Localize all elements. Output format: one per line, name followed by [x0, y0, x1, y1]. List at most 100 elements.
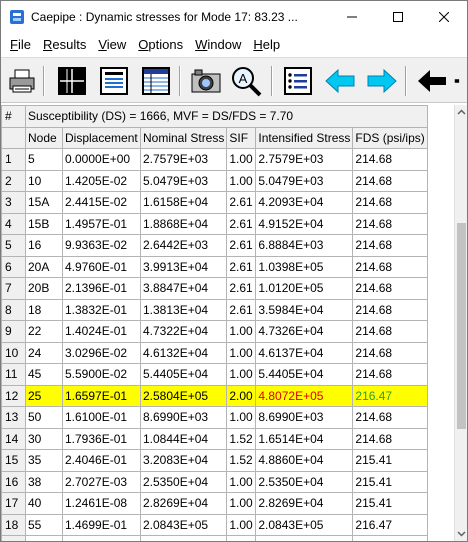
- cell-node[interactable]: 22: [25, 320, 63, 343]
- title-bar[interactable]: Caepipe : Dynamic stresses for Mode 17: …: [1, 1, 467, 33]
- cell-sif[interactable]: 1.00: [226, 513, 257, 536]
- scroll-up-button[interactable]: [455, 105, 467, 119]
- cell-nominal-stress[interactable]: 2.8020E+05: [139, 535, 228, 541]
- cell-node[interactable]: 5: [25, 148, 63, 171]
- vertical-scrollbar[interactable]: [454, 105, 467, 541]
- cell-fds[interactable]: 215.41: [352, 449, 428, 472]
- cell-sif[interactable]: 1.00: [226, 169, 257, 192]
- table-row[interactable]: 9 22 1.4024E-01 4.7322E+04 1.00 4.7326E+04 214…: [1, 320, 428, 343]
- back-button[interactable]: [415, 64, 449, 98]
- table-row[interactable]: 14 30 1.7936E-01 1.0844E+04 1.52 1.6514E+04 21…: [1, 427, 428, 450]
- cell-sif[interactable]: 1.52: [226, 449, 257, 472]
- cell-sif[interactable]: 2.00: [226, 384, 257, 407]
- row-number[interactable]: 3: [1, 191, 26, 214]
- cell-fds[interactable]: 214.68: [352, 234, 428, 257]
- cell-intensified-stress[interactable]: 2.8269E+04: [255, 492, 354, 515]
- zoom-button[interactable]: A: [229, 64, 263, 98]
- table-row[interactable]: 7 20B 2.1396E-01 3.8847E+04 2.61 1.0120E+05 21…: [1, 277, 428, 300]
- cell-nominal-stress[interactable]: 2.6442E+03: [139, 234, 228, 257]
- bulleted-list-button[interactable]: [281, 64, 315, 98]
- table-row[interactable]: 13 50 1.6100E-01 8.6990E+03 1.00 8.6990E+03 21…: [1, 406, 428, 429]
- menu-help[interactable]: Help: [247, 37, 286, 52]
- table-row[interactable]: 3 15A 2.4415E-02 1.6158E+04 2.61 4.2093E+04 21…: [1, 191, 428, 214]
- row-number[interactable]: 1: [1, 148, 26, 171]
- cell-nominal-stress[interactable]: 3.9913E+04: [139, 255, 228, 278]
- cell-intensified-stress[interactable]: 1.0120E+05: [255, 277, 354, 300]
- cell-node[interactable]: 55: [25, 513, 63, 536]
- column-header-nominal-stress[interactable]: Nominal Stress: [139, 126, 228, 149]
- table-row[interactable]: 8 18 1.3832E-01 1.3813E+04 2.61 3.5984E+04 214…: [1, 298, 428, 321]
- table-row[interactable]: 15 35 2.4046E-01 3.2083E+04 1.52 4.8860E+04 21…: [1, 449, 428, 472]
- cell-sif[interactable]: 1.00: [226, 535, 257, 541]
- cell-displacement[interactable]: 1.6597E-01: [62, 384, 141, 407]
- list-view-button[interactable]: [97, 64, 131, 98]
- cell-intensified-stress[interactable]: 4.8860E+04: [255, 449, 354, 472]
- row-number[interactable]: 15: [1, 449, 26, 472]
- cell-node[interactable]: 18: [25, 298, 63, 321]
- minimize-button[interactable]: [329, 1, 375, 33]
- row-number[interactable]: 16: [1, 470, 26, 493]
- column-header-intensified-stress[interactable]: Intensified Stress: [255, 126, 354, 149]
- cell-sif[interactable]: 2.61: [226, 212, 257, 235]
- table-row[interactable]: 191005.5165E-012.8020E+051.002.8023E+052…: [1, 535, 428, 541]
- cell-node[interactable]: 100: [25, 535, 63, 541]
- cell-displacement[interactable]: 1.4205E-02: [62, 169, 141, 192]
- cell-displacement[interactable]: 2.4415E-02: [62, 191, 141, 214]
- cell-fds[interactable]: 216.47: [352, 384, 428, 407]
- cell-intensified-stress[interactable]: 2.8023E+05: [255, 535, 354, 541]
- column-header-displacement[interactable]: Displacement: [62, 126, 141, 149]
- scrollbar-thumb[interactable]: [457, 223, 466, 429]
- menu-view[interactable]: View: [92, 37, 132, 52]
- cell-intensified-stress[interactable]: 1.6514E+04: [255, 427, 354, 450]
- row-number[interactable]: 14: [1, 427, 26, 450]
- table-row[interactable]: 11 45 5.5900E-02 5.4405E+04 1.00 5.4405E+04 21…: [1, 363, 428, 386]
- cell-fds[interactable]: 216.47: [352, 513, 428, 536]
- cell-intensified-stress[interactable]: 5.0479E+03: [255, 169, 354, 192]
- cell-displacement[interactable]: 1.4957E-01: [62, 212, 141, 235]
- cell-displacement[interactable]: 2.4046E-01: [62, 449, 141, 472]
- cell-nominal-stress[interactable]: 5.0479E+03: [139, 169, 228, 192]
- row-number[interactable]: 5: [1, 234, 26, 257]
- cell-displacement[interactable]: 1.4024E-01: [62, 320, 141, 343]
- row-number[interactable]: 12: [1, 384, 26, 407]
- row-number[interactable]: 10: [1, 341, 26, 364]
- cell-nominal-stress[interactable]: 3.2083E+04: [139, 449, 228, 472]
- table-row[interactable]: 6 20A 4.9760E-01 3.9913E+04 2.61 1.0398E+05 21…: [1, 255, 428, 278]
- cell-displacement[interactable]: 5.5165E-01: [62, 535, 141, 541]
- row-number[interactable]: 19: [1, 535, 26, 541]
- cell-intensified-stress[interactable]: 2.5350E+04: [255, 470, 354, 493]
- row-number[interactable]: 9: [1, 320, 26, 343]
- cell-fds[interactable]: 214.68: [352, 148, 428, 171]
- cell-nominal-stress[interactable]: 2.5804E+05: [139, 384, 228, 407]
- cell-intensified-stress[interactable]: 2.7579E+03: [255, 148, 354, 171]
- cell-intensified-stress[interactable]: 4.7326E+04: [255, 320, 354, 343]
- cell-fds[interactable]: 214.68: [352, 320, 428, 343]
- cell-node[interactable]: 40: [25, 492, 63, 515]
- cell-sif[interactable]: 2.61: [226, 191, 257, 214]
- column-header-fds[interactable]: FDS (psi/ips): [352, 126, 428, 149]
- cell-fds[interactable]: 214.68: [352, 255, 428, 278]
- cell-nominal-stress[interactable]: 4.7322E+04: [139, 320, 228, 343]
- table-view-button[interactable]: [139, 64, 173, 98]
- cell-fds[interactable]: 214.68: [352, 212, 428, 235]
- cell-fds[interactable]: 215.41: [352, 470, 428, 493]
- cell-fds[interactable]: 214.68: [352, 298, 428, 321]
- cell-displacement[interactable]: 2.7027E-03: [62, 470, 141, 493]
- cell-node[interactable]: 15B: [25, 212, 63, 235]
- cell-nominal-stress[interactable]: 1.6158E+04: [139, 191, 228, 214]
- table-row[interactable]: 1 5 0.0000E+00 2.7579E+03 1.00 2.7579E+03 214.…: [1, 148, 428, 171]
- cell-fds[interactable]: 214.68: [352, 191, 428, 214]
- cell-sif[interactable]: 1.00: [226, 492, 257, 515]
- cell-intensified-stress[interactable]: 4.6137E+04: [255, 341, 354, 364]
- cell-fds[interactable]: 214.68: [352, 341, 428, 364]
- table-row[interactable]: 17 40 1.2461E-08 2.8269E+04 1.00 2.8269E+04 21…: [1, 492, 428, 515]
- cell-sif[interactable]: 2.61: [226, 298, 257, 321]
- table-row[interactable]: 4 15B 1.4957E-01 1.8868E+04 2.61 4.9152E+04 21…: [1, 212, 428, 235]
- cell-intensified-stress[interactable]: 6.8884E+03: [255, 234, 354, 257]
- snapshot-button[interactable]: [189, 64, 223, 98]
- cell-sif[interactable]: 1.00: [226, 470, 257, 493]
- table-row[interactable]: 12 25 1.6597E-01 2.5804E+05 2.00 4.8072E+05 21…: [1, 384, 428, 407]
- cell-intensified-stress[interactable]: 4.8072E+05: [255, 384, 354, 407]
- cell-nominal-stress[interactable]: 1.8868E+04: [139, 212, 228, 235]
- cell-nominal-stress[interactable]: 1.3813E+04: [139, 298, 228, 321]
